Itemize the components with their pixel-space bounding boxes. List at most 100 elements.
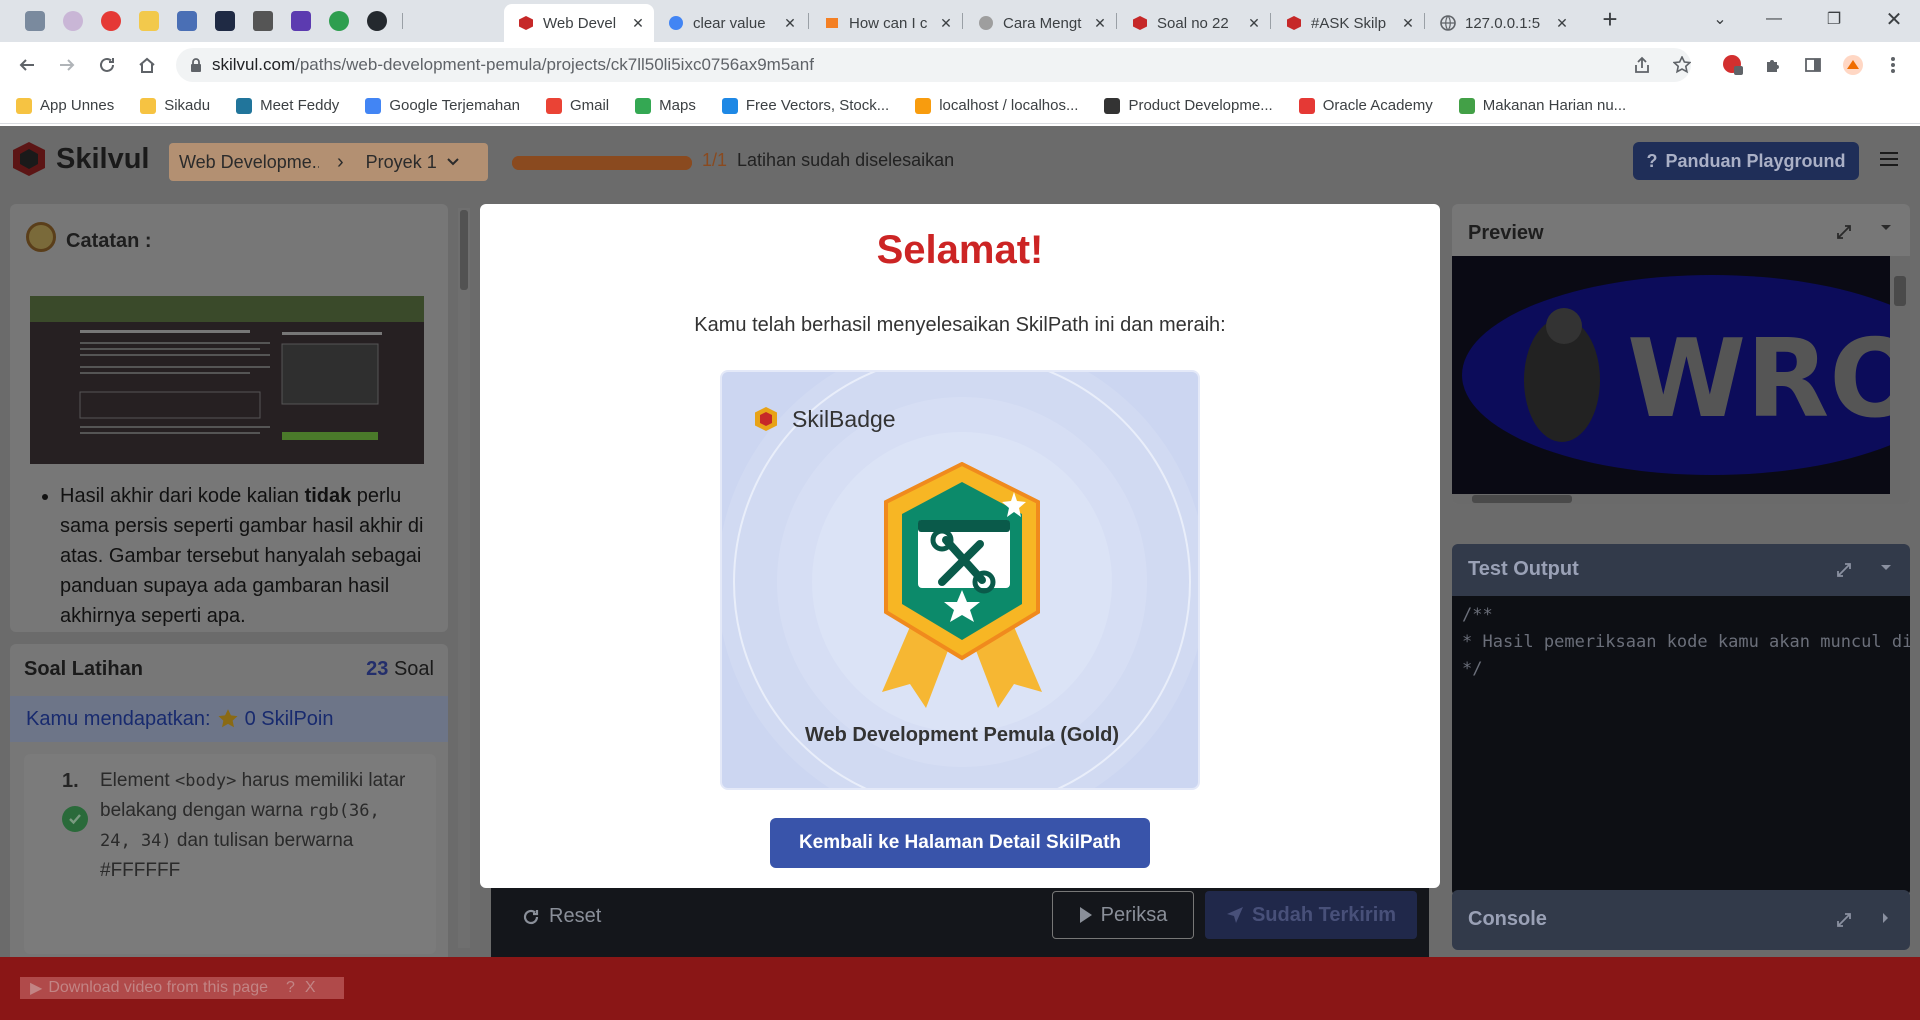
close-icon[interactable]: X <box>305 979 316 997</box>
skilpoin-value: 0 SkilPoin <box>244 707 334 730</box>
download-label: Download video from this page <box>48 979 268 996</box>
close-tab-icon[interactable]: ✕ <box>1088 15 1112 32</box>
url-path: /paths/web-development-pemula/projects/c… <box>295 55 814 74</box>
new-tab-button[interactable]: + <box>1586 0 1634 38</box>
chevron-down-icon[interactable] <box>1880 564 1892 572</box>
bookmark-label: Product Developme... <box>1128 97 1273 114</box>
url-bar[interactable]: skilvul.com/paths/web-development-pemula… <box>176 48 1691 82</box>
bookmark-item[interactable]: Google Terjemahan <box>365 97 520 114</box>
chevron-right-icon[interactable] <box>1882 912 1890 924</box>
chevron-down-icon[interactable] <box>1880 224 1892 232</box>
test-output-title: Test Output <box>1468 558 1579 580</box>
close-tab-icon[interactable]: ✕ <box>1550 15 1574 32</box>
bookmark-item[interactable]: localhost / localhos... <box>915 97 1078 114</box>
tab-ask-skilpath[interactable]: #ASK Skilp ✕ <box>1272 4 1424 42</box>
close-tab-icon[interactable]: ✕ <box>626 15 650 32</box>
download-video-button[interactable]: ▶ Download video from this page ? X <box>20 977 344 999</box>
bookmark-item[interactable]: Free Vectors, Stock... <box>721 97 890 114</box>
profile-avatar[interactable] <box>1838 50 1868 80</box>
bookmark-label: Free Vectors, Stock... <box>745 97 890 114</box>
pinned-tab[interactable] <box>250 8 276 34</box>
count-unit: Soal <box>393 658 434 680</box>
expand-icon[interactable] <box>1836 224 1852 240</box>
bookmark-favicon-icon <box>1298 97 1315 114</box>
pinned-tab[interactable] <box>212 8 238 34</box>
preview-scrollbar[interactable] <box>1890 256 1910 494</box>
reset-icon <box>521 907 541 927</box>
maximize-button[interactable]: ❐ <box>1810 0 1858 38</box>
tab-soal-no-22[interactable]: Soal no 22 ✕ <box>1118 4 1270 42</box>
close-tab-icon[interactable]: ✕ <box>1396 15 1420 32</box>
bookmark-item[interactable]: Oracle Academy <box>1298 97 1433 114</box>
skilvul-logo[interactable]: Skilvul <box>10 140 150 178</box>
close-tab-icon[interactable]: ✕ <box>778 15 802 32</box>
tab-web-development[interactable]: Web Devel ✕ <box>504 4 654 42</box>
expand-icon[interactable] <box>1836 912 1852 928</box>
pinned-tab[interactable] <box>288 8 314 34</box>
bookmark-item[interactable]: App Unnes <box>16 97 114 114</box>
minimize-button[interactable]: — <box>1750 0 1798 38</box>
chevron-right-icon: › <box>337 150 344 173</box>
forward-arrow-icon[interactable] <box>52 50 82 80</box>
bookmark-item[interactable]: Product Developme... <box>1104 97 1273 114</box>
progress-text: Latihan sudah diselesaikan <box>737 150 955 170</box>
hamburger-menu-icon[interactable] <box>1880 152 1898 166</box>
share-icon[interactable] <box>1627 50 1657 80</box>
breadcrumb-project[interactable]: Proyek 1 <box>366 152 437 173</box>
bookmark-item[interactable]: Makanan Harian nu... <box>1458 97 1627 114</box>
left-scrollbar[interactable] <box>458 208 470 948</box>
periksa-label: Periksa <box>1100 903 1168 926</box>
note-text: Hasil akhir dari kode kalian <box>60 485 305 507</box>
chevron-down-icon[interactable] <box>447 158 459 166</box>
home-icon[interactable] <box>132 50 162 80</box>
expand-icon[interactable] <box>1836 562 1852 578</box>
close-window-button[interactable]: ✕ <box>1870 0 1918 38</box>
pinned-tab[interactable] <box>136 8 162 34</box>
side-panel-icon[interactable] <box>1798 50 1828 80</box>
help-icon[interactable]: ? <box>286 979 295 997</box>
download-bar: ▶ Download video from this page ? X <box>0 957 1920 1020</box>
back-to-skilpath-button[interactable]: Kembali ke Halaman Detail SkilPath <box>770 818 1150 868</box>
back-arrow-icon[interactable] <box>12 50 42 80</box>
adblock-extension-icon[interactable] <box>1718 50 1748 80</box>
bookmark-favicon-icon <box>16 97 32 114</box>
skilvul-favicon-icon <box>1132 15 1148 31</box>
test-output-panel: Test Output /** * Hasil pemeriksaan kode … <box>1452 544 1910 896</box>
progress-status: 1/1 Latihan sudah diselesaikan <box>702 150 954 171</box>
send-icon <box>1226 906 1244 924</box>
tab-localhost[interactable]: 127.0.0.1:5 ✕ <box>1426 4 1578 42</box>
periksa-button[interactable]: Periksa <box>1052 891 1194 939</box>
breadcrumb-course[interactable]: Web Developme... <box>179 152 319 173</box>
pinned-tab[interactable] <box>364 8 390 34</box>
bookmark-star-icon[interactable] <box>1667 50 1697 80</box>
tab-search-chevron-icon[interactable]: ⌄ <box>1696 0 1744 38</box>
pinned-tab[interactable] <box>174 8 200 34</box>
preview-hscrollbar[interactable] <box>1452 494 1910 504</box>
tab-clear-value[interactable]: clear value ✕ <box>654 4 806 42</box>
notes-icon <box>26 222 56 252</box>
tab-cara-menggunakan[interactable]: Cara Mengt ✕ <box>964 4 1116 42</box>
reset-button[interactable]: Reset <box>521 905 601 928</box>
skilvul-favicon-icon <box>518 15 534 31</box>
close-tab-icon[interactable]: ✕ <box>934 15 958 32</box>
panduan-playground-button[interactable]: ? Panduan Playground <box>1633 142 1859 180</box>
tab-how-can-i[interactable]: How can I c ✕ <box>810 4 962 42</box>
pinned-tab[interactable] <box>98 8 124 34</box>
pinned-tab[interactable] <box>326 8 352 34</box>
tab-title: Web Devel <box>543 14 617 32</box>
bookmark-label: Makanan Harian nu... <box>1482 97 1627 114</box>
pinned-tab[interactable] <box>22 8 48 34</box>
pinned-tab[interactable] <box>60 8 86 34</box>
close-tab-icon[interactable]: ✕ <box>1242 15 1266 32</box>
bookmark-item[interactable]: Sikadu <box>140 97 210 114</box>
bookmark-item[interactable]: Gmail <box>545 97 609 114</box>
browser-menu-icon[interactable] <box>1878 50 1908 80</box>
lock-icon[interactable] <box>190 58 202 72</box>
url-host: skilvul.com <box>212 55 296 74</box>
extensions-puzzle-icon[interactable] <box>1758 50 1788 80</box>
reload-icon[interactable] <box>92 50 122 80</box>
bookmark-item[interactable]: Maps <box>635 97 696 114</box>
app-header: Skilvul Web Developme... › Proyek 1 1/1 L… <box>0 126 1920 192</box>
bookmark-item[interactable]: Meet Feddy <box>236 97 339 114</box>
check-icon <box>62 806 88 832</box>
